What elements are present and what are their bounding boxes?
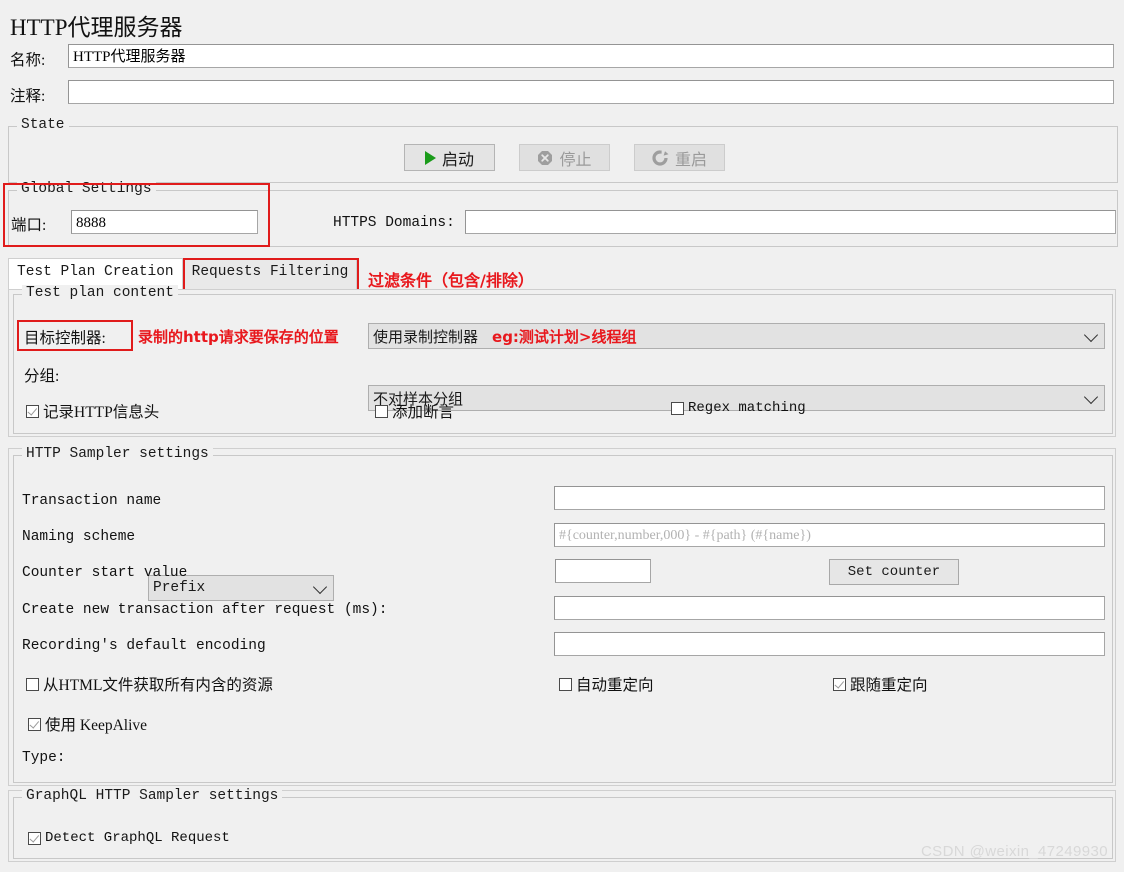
play-triangle-icon: [424, 150, 436, 165]
default-encoding-label: Recording's default encoding: [22, 638, 266, 654]
annotation-filter-note: 过滤条件（包含/排除）: [368, 271, 534, 290]
graphql-settings-legend: GraphQL HTTP Sampler settings: [22, 788, 283, 804]
watermark: CSDN @weixin_47249930: [920, 843, 1108, 860]
create-new-transaction-input[interactable]: [554, 596, 1105, 620]
test-plan-content-legend: Test plan content: [22, 285, 178, 301]
create-new-transaction-label: Create new transaction after request (ms…: [22, 602, 388, 618]
state-group-legend: State: [17, 117, 69, 133]
checkbox-box-icon: [559, 677, 572, 691]
capture-http-headers-label: 记录HTTP信息头: [43, 404, 160, 421]
chevron-down-icon: [1083, 327, 1099, 343]
stop-octagon-icon: [537, 150, 553, 166]
naming-scheme-label: Naming scheme: [22, 529, 136, 545]
comment-input[interactable]: [68, 80, 1114, 104]
regex-matching-checkbox[interactable]: Regex matching: [671, 400, 806, 416]
restart-button[interactable]: 重启: [634, 144, 725, 171]
follow-redirect-checkbox[interactable]: 跟随重定向: [833, 673, 928, 695]
restart-arrow-icon: [652, 149, 669, 166]
annotation-target-controller-note: 录制的http请求要保存的位置: [138, 328, 339, 346]
follow-redirect-label: 跟随重定向: [850, 677, 928, 694]
capture-http-headers-checkbox[interactable]: 记录HTTP信息头: [26, 400, 159, 422]
restart-button-label: 重启: [674, 151, 707, 169]
stop-button-label: 停止: [559, 151, 592, 169]
auto-redirect-checkbox[interactable]: 自动重定向: [559, 673, 654, 695]
http-sampler-settings-legend: HTTP Sampler settings: [22, 446, 213, 462]
comment-label: 注释:: [10, 88, 46, 105]
regex-matching-label: Regex matching: [688, 400, 806, 416]
checkbox-box-icon: [28, 831, 41, 845]
checkbox-box-icon: [671, 401, 684, 415]
transaction-name-label: Transaction name: [22, 493, 162, 509]
start-button[interactable]: 启动: [404, 144, 495, 171]
start-button-label: 启动: [441, 151, 474, 169]
checkbox-box-icon: [26, 404, 39, 418]
naming-pattern-input[interactable]: #{counter,number,000} - #{path} (#{name}…: [554, 523, 1105, 547]
set-counter-button[interactable]: Set counter: [829, 559, 959, 585]
counter-start-value-label: Counter start value: [22, 565, 188, 581]
detect-graphql-request-checkbox[interactable]: Detect GraphQL Request: [28, 830, 230, 846]
https-domains-label: HTTPS Domains:: [333, 215, 455, 231]
annotation-controller-example: eg:测试计划>线程组: [492, 327, 637, 346]
use-keepalive-checkbox[interactable]: 使用 KeepAlive: [28, 713, 147, 735]
chevron-down-icon: [1083, 389, 1099, 405]
retrieve-embedded-resources-checkbox[interactable]: 从HTML文件获取所有内含的资源: [26, 673, 273, 695]
test-plan-content-group: Test plan content: [13, 285, 1113, 434]
retrieve-embedded-resources-label: 从HTML文件获取所有内含的资源: [43, 677, 273, 694]
naming-scheme-value: Prefix: [153, 580, 206, 596]
chevron-down-icon: [312, 579, 328, 595]
grouping-label: 分组:: [24, 368, 60, 385]
checkbox-box-icon: [375, 404, 388, 418]
name-input[interactable]: HTTP代理服务器: [68, 44, 1114, 68]
target-controller-label: 目标控制器:: [24, 330, 106, 347]
type-label: Type:: [22, 750, 66, 766]
default-encoding-input[interactable]: [554, 632, 1105, 656]
transaction-name-input[interactable]: [554, 486, 1105, 510]
stop-button[interactable]: 停止: [519, 144, 610, 171]
name-label: 名称:: [10, 52, 46, 69]
port-input[interactable]: 8888: [71, 210, 258, 234]
add-assertions-checkbox[interactable]: 添加断言: [375, 400, 454, 422]
checkbox-box-icon: [28, 717, 41, 731]
auto-redirect-label: 自动重定向: [576, 677, 654, 694]
counter-start-value-input[interactable]: [555, 559, 651, 583]
use-keepalive-label: 使用 KeepAlive: [45, 717, 148, 734]
target-controller-value: 使用录制控制器: [373, 329, 479, 346]
add-assertions-label: 添加断言: [392, 404, 455, 421]
page-title: HTTP代理服务器: [10, 15, 183, 40]
https-domains-input[interactable]: [465, 210, 1116, 234]
http-proxy-server-panel: HTTP代理服务器 名称: HTTP代理服务器 注释: State 启动 停止 …: [0, 0, 1124, 872]
port-label: 端口:: [11, 217, 47, 234]
checkbox-box-icon: [833, 677, 846, 691]
checkbox-box-icon: [26, 677, 39, 691]
detect-graphql-request-label: Detect GraphQL Request: [45, 830, 230, 846]
global-settings-legend: Global Settings: [17, 181, 156, 197]
target-controller-dropdown[interactable]: 使用录制控制器 eg:测试计划>线程组: [368, 323, 1105, 349]
tab-requests-filtering[interactable]: Requests Filtering: [182, 258, 358, 289]
